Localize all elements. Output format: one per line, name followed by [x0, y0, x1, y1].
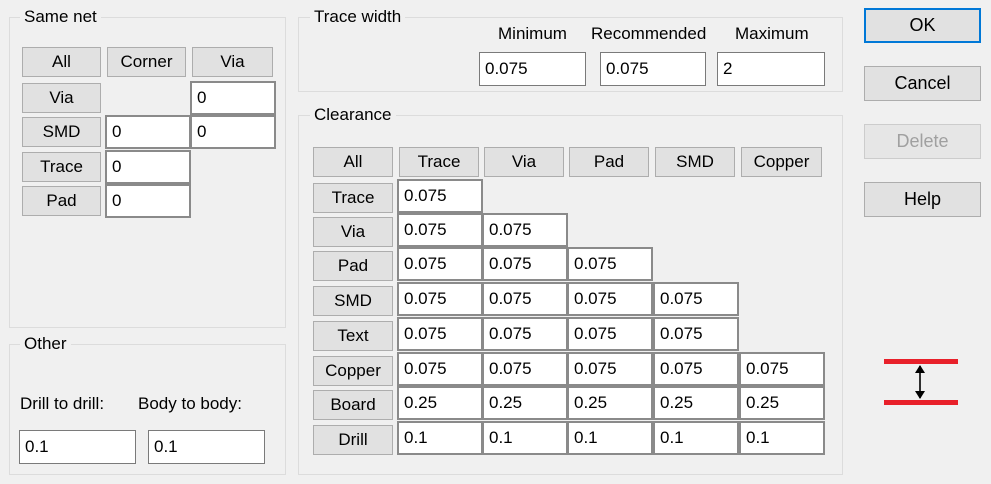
trace-width-rec-label: Recommended — [591, 24, 707, 43]
clearance-header-smd[interactable]: SMD — [655, 147, 735, 177]
same-net-row-smd[interactable]: SMD — [22, 117, 101, 147]
cancel-button[interactable]: Cancel — [864, 66, 981, 101]
same-net-via-via-cell[interactable]: 0 — [190, 81, 276, 115]
same-net-row-pad[interactable]: Pad — [22, 186, 101, 216]
clearance-cell[interactable]: 0.075 — [482, 247, 568, 281]
clearance-row-drill[interactable]: Drill — [313, 425, 393, 455]
clearance-cell[interactable]: 0.075 — [653, 317, 739, 351]
clearance-header-pad[interactable]: Pad — [569, 147, 649, 177]
trace-width-min-label: Minimum — [498, 24, 567, 43]
clearance-row-text[interactable]: Text — [313, 321, 393, 351]
clearance-header-all[interactable]: All — [313, 147, 393, 177]
same-net-row-via[interactable]: Via — [22, 83, 101, 113]
clearance-cell[interactable]: 0.075 — [567, 282, 653, 316]
clearance-cell[interactable]: 0.075 — [567, 352, 653, 386]
trace-width-title: Trace width — [310, 7, 406, 27]
clearance-cell[interactable]: 0.075 — [397, 282, 483, 316]
help-button[interactable]: Help — [864, 182, 981, 217]
same-net-trace-corner-cell[interactable]: 0 — [105, 150, 191, 184]
clearance-row-board[interactable]: Board — [313, 390, 393, 420]
clearance-cell[interactable]: 0.075 — [653, 352, 739, 386]
clearance-cell[interactable]: 0.1 — [397, 421, 483, 455]
clearance-cell[interactable]: 0.075 — [653, 282, 739, 316]
clearance-cell[interactable]: 0.075 — [397, 352, 483, 386]
other-title: Other — [20, 334, 71, 354]
trace-width-max-input[interactable]: 2 — [717, 52, 825, 86]
trace-width-min-input[interactable]: 0.075 — [479, 52, 586, 86]
same-net-pad-corner-cell[interactable]: 0 — [105, 184, 191, 218]
clearance-cell[interactable]: 0.075 — [482, 213, 568, 247]
clearance-row-pad[interactable]: Pad — [313, 251, 393, 281]
clearance-row-copper[interactable]: Copper — [313, 356, 393, 386]
body-to-body-label: Body to body: — [138, 394, 242, 413]
drill-to-drill-label: Drill to drill: — [20, 394, 105, 413]
clearance-cell[interactable]: 0.1 — [482, 421, 568, 455]
clearance-cell[interactable]: 0.1 — [567, 421, 653, 455]
clearance-cell[interactable]: 0.1 — [653, 421, 739, 455]
same-net-all-button[interactable]: All — [22, 47, 101, 77]
clearance-cell[interactable]: 0.075 — [482, 352, 568, 386]
same-net-via-header[interactable]: Via — [192, 47, 273, 77]
clearance-cell[interactable]: 0.25 — [482, 386, 568, 420]
clearance-cell[interactable]: 0.075 — [397, 179, 483, 213]
clearance-title: Clearance — [310, 105, 396, 125]
trace-width-rec-input[interactable]: 0.075 — [600, 52, 706, 86]
clearance-cell[interactable]: 0.075 — [397, 247, 483, 281]
trace-width-max-label: Maximum — [735, 24, 809, 43]
clearance-cell[interactable]: 0.25 — [397, 386, 483, 420]
same-net-smd-corner-cell[interactable]: 0 — [105, 115, 191, 149]
drill-to-drill-input[interactable]: 0.1 — [19, 430, 136, 464]
clearance-cell[interactable]: 0.075 — [397, 213, 483, 247]
clearance-cell[interactable]: 0.075 — [397, 317, 483, 351]
same-net-row-trace[interactable]: Trace — [22, 152, 101, 182]
clearance-cell[interactable]: 0.075 — [567, 247, 653, 281]
clearance-header-copper[interactable]: Copper — [741, 147, 822, 177]
clearance-row-via[interactable]: Via — [313, 217, 393, 247]
clearance-cell[interactable]: 0.25 — [739, 386, 825, 420]
same-net-corner-header[interactable]: Corner — [107, 47, 186, 77]
clearance-gap-icon — [884, 359, 958, 405]
clearance-cell[interactable]: 0.25 — [567, 386, 653, 420]
same-net-title: Same net — [20, 7, 101, 27]
clearance-cell[interactable]: 0.075 — [482, 282, 568, 316]
clearance-cell[interactable]: 0.075 — [567, 317, 653, 351]
same-net-smd-via-cell[interactable]: 0 — [190, 115, 276, 149]
clearance-cell[interactable]: 0.075 — [739, 352, 825, 386]
clearance-row-trace[interactable]: Trace — [313, 183, 393, 213]
clearance-cell[interactable]: 0.075 — [482, 317, 568, 351]
clearance-cell[interactable]: 0.25 — [653, 386, 739, 420]
clearance-header-trace[interactable]: Trace — [399, 147, 479, 177]
clearance-row-smd[interactable]: SMD — [313, 286, 393, 316]
clearance-cell[interactable]: 0.1 — [739, 421, 825, 455]
ok-button[interactable]: OK — [864, 8, 981, 43]
delete-button: Delete — [864, 124, 981, 159]
body-to-body-input[interactable]: 0.1 — [148, 430, 265, 464]
clearance-header-via[interactable]: Via — [484, 147, 564, 177]
